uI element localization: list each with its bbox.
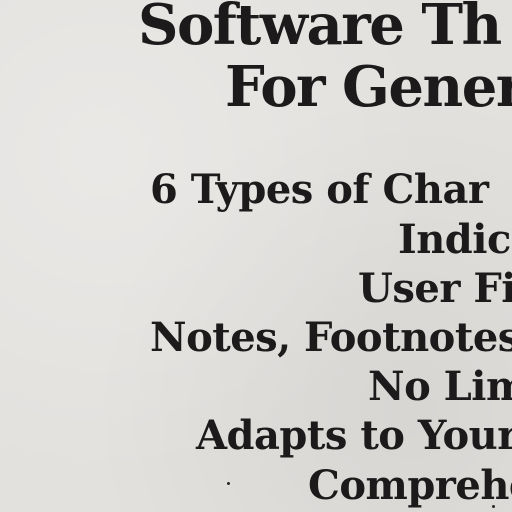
feature-line-5: No Lim — [368, 363, 512, 410]
headline-line-1: Software Th — [138, 0, 502, 58]
feature-line-1: 6 Types of Char — [150, 166, 489, 213]
headline-line-2: For Gener — [225, 54, 512, 120]
document-page: Software Th For Gener 6 Types of Char In… — [0, 0, 512, 512]
feature-line-4: Notes, Footnotes — [150, 314, 512, 361]
print-speck — [227, 482, 230, 485]
feature-line-6: Adapts to Your — [196, 412, 512, 459]
print-speck — [492, 505, 495, 508]
feature-line-7: Comprehe — [308, 462, 512, 509]
feature-line-2: Indic — [398, 216, 511, 263]
feature-line-3: User Fi — [358, 265, 512, 312]
